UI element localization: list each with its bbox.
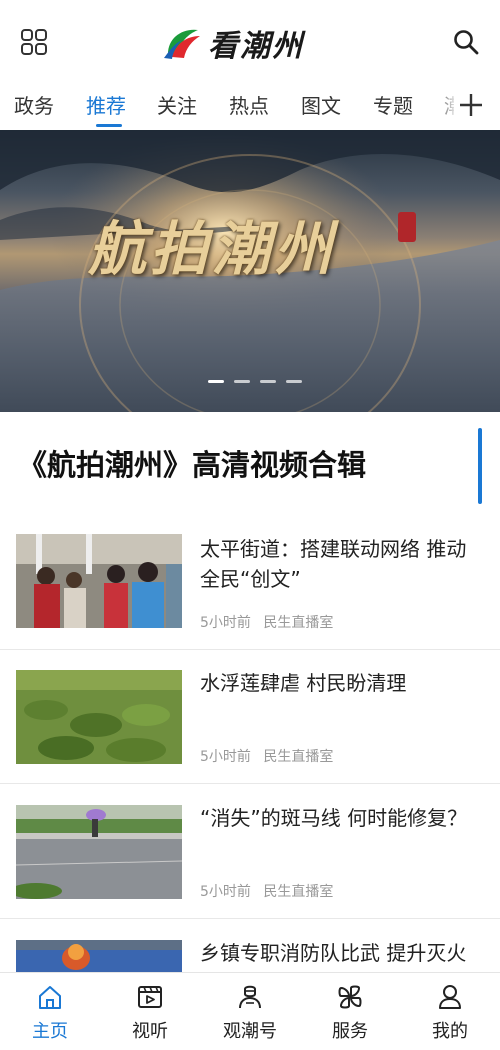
carousel-indicator (208, 380, 302, 383)
news-thumbnail (16, 940, 182, 972)
news-title: “消失”的斑马线 何时能修复？ (200, 806, 468, 830)
tab-zhengwu[interactable]: 政务 (14, 90, 54, 119)
tab-tuijian[interactable]: 推荐 (86, 90, 126, 119)
news-item[interactable]: “消失”的斑马线 何时能修复？ 5小时前 民生直播室 (0, 785, 500, 919)
carousel-dot[interactable] (260, 380, 276, 383)
search-icon[interactable] (452, 28, 480, 56)
news-item[interactable]: 水浮莲肆虐 村民盼清理 5小时前 民生直播室 (0, 650, 500, 784)
tab-zhuanti[interactable]: 专题 (373, 90, 413, 119)
nav-label: 视听 (132, 1021, 168, 1042)
nav-video[interactable]: 视听 (100, 973, 200, 1050)
tab-guanzhu[interactable]: 关注 (157, 90, 197, 119)
news-source: 民生直播室 (263, 749, 334, 765)
news-title: 太平街道：搭建联动网络 推动全民“创文” (200, 537, 467, 591)
logo-mark-icon (164, 29, 200, 59)
tab-tuwen[interactable]: 图文 (301, 90, 341, 119)
home-icon (39, 986, 61, 1009)
news-meta: 5小时前 民生直播室 (200, 746, 341, 766)
news-meta: 5小时前 民生直播室 (200, 881, 341, 901)
news-title: 水浮莲肆虐 村民盼清理 (200, 671, 407, 695)
flower-grid-icon (338, 985, 362, 1009)
nav-label: 我的 (432, 1021, 468, 1042)
active-tab-indicator (96, 124, 122, 127)
app-header: 看潮州 (0, 0, 500, 82)
news-thumbnail (16, 805, 182, 899)
app-logo: 看潮州 (162, 22, 304, 64)
plus-icon[interactable] (454, 88, 488, 122)
news-time: 5小时前 (200, 884, 251, 900)
nav-home[interactable]: 主页 (0, 973, 100, 1050)
user-icon (439, 985, 461, 1009)
news-time: 5小时前 (200, 749, 251, 765)
nav-guanchao[interactable]: 观潮号 (200, 973, 300, 1050)
news-meta: 5小时前 民生直播室 (200, 612, 341, 632)
nav-mine[interactable]: 我的 (400, 973, 500, 1050)
bottom-navigation: 主页 视听 观潮号 服务 我的 (0, 972, 500, 1050)
news-source: 民生直播室 (263, 615, 334, 631)
nav-service[interactable]: 服务 (300, 973, 400, 1050)
logo-text: 看潮州 (208, 29, 304, 64)
tab-redian[interactable]: 热点 (229, 90, 269, 119)
red-seal-icon (398, 212, 416, 242)
carousel-dot[interactable] (286, 380, 302, 383)
video-icon (138, 986, 162, 1008)
news-source: 民生直播室 (263, 884, 334, 900)
carousel-dot[interactable] (234, 380, 250, 383)
news-time: 5小时前 (200, 615, 251, 631)
person-badge-icon (239, 985, 261, 1009)
grid-menu-icon[interactable] (18, 26, 50, 58)
nav-label: 主页 (32, 1021, 68, 1042)
section-scroll-bar (478, 428, 482, 504)
news-item[interactable]: 太平街道：搭建联动网络 推动全民“创文” 5小时前 民生直播室 (0, 516, 500, 650)
news-thumbnail (16, 534, 182, 628)
category-tabs: 政务 推荐 关注 热点 图文 专题 潮 (0, 82, 500, 130)
carousel-dot[interactable] (208, 380, 224, 383)
news-thumbnail (16, 670, 182, 764)
section-title[interactable]: 《航拍潮州》高清视频合辑 (18, 442, 366, 484)
banner-title: 航拍潮州 (88, 215, 337, 283)
hero-banner[interactable]: 航拍潮州 (0, 130, 500, 412)
nav-label: 观潮号 (223, 1021, 277, 1042)
nav-label: 服务 (332, 1021, 368, 1042)
